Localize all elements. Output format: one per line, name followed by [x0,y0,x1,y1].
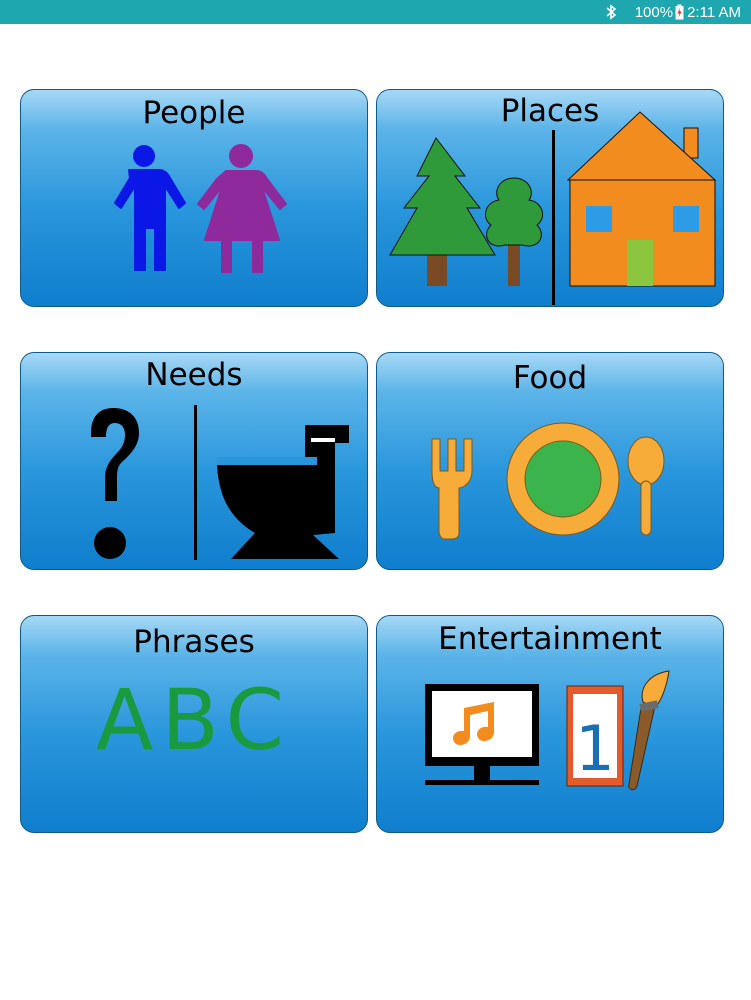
fork-icon [431,438,473,540]
paintbrush-icon [628,670,670,791]
battery-percent: 100% [634,3,674,21]
house-icon [566,111,717,287]
bluetooth-icon [605,4,617,20]
tile-food[interactable]: Food [376,352,724,570]
food-icons [431,422,665,540]
entertainment-icons: 1 [425,670,670,791]
plate-icon [506,422,620,536]
toilet-icon [217,425,349,559]
needs-icons [91,405,349,560]
battery-charging-icon [675,4,684,20]
tile-places[interactable]: Places [376,89,724,307]
number-card-icon: 1 [566,685,624,787]
people-icons [114,144,287,273]
tile-people[interactable]: People [20,89,368,307]
woman-icon [197,144,287,273]
clock: 2:11 AM [687,3,741,21]
man-icon [114,145,186,271]
tile-needs[interactable]: Needs [20,352,368,570]
tile-phrases[interactable]: Phrases ABC [20,615,368,833]
abc-text: ABC [95,671,293,769]
status-bar: 100% 2:11 AM [0,0,751,24]
question-mark-icon [91,408,139,559]
music-monitor-icon [425,684,539,785]
tile-entertainment[interactable]: Entertainment 1 [376,615,724,833]
tile-label: Phrases [133,624,255,660]
trees-icon [389,137,544,286]
card-number: 1 [575,712,614,785]
spoon-icon [627,436,665,536]
places-icons [389,111,717,305]
